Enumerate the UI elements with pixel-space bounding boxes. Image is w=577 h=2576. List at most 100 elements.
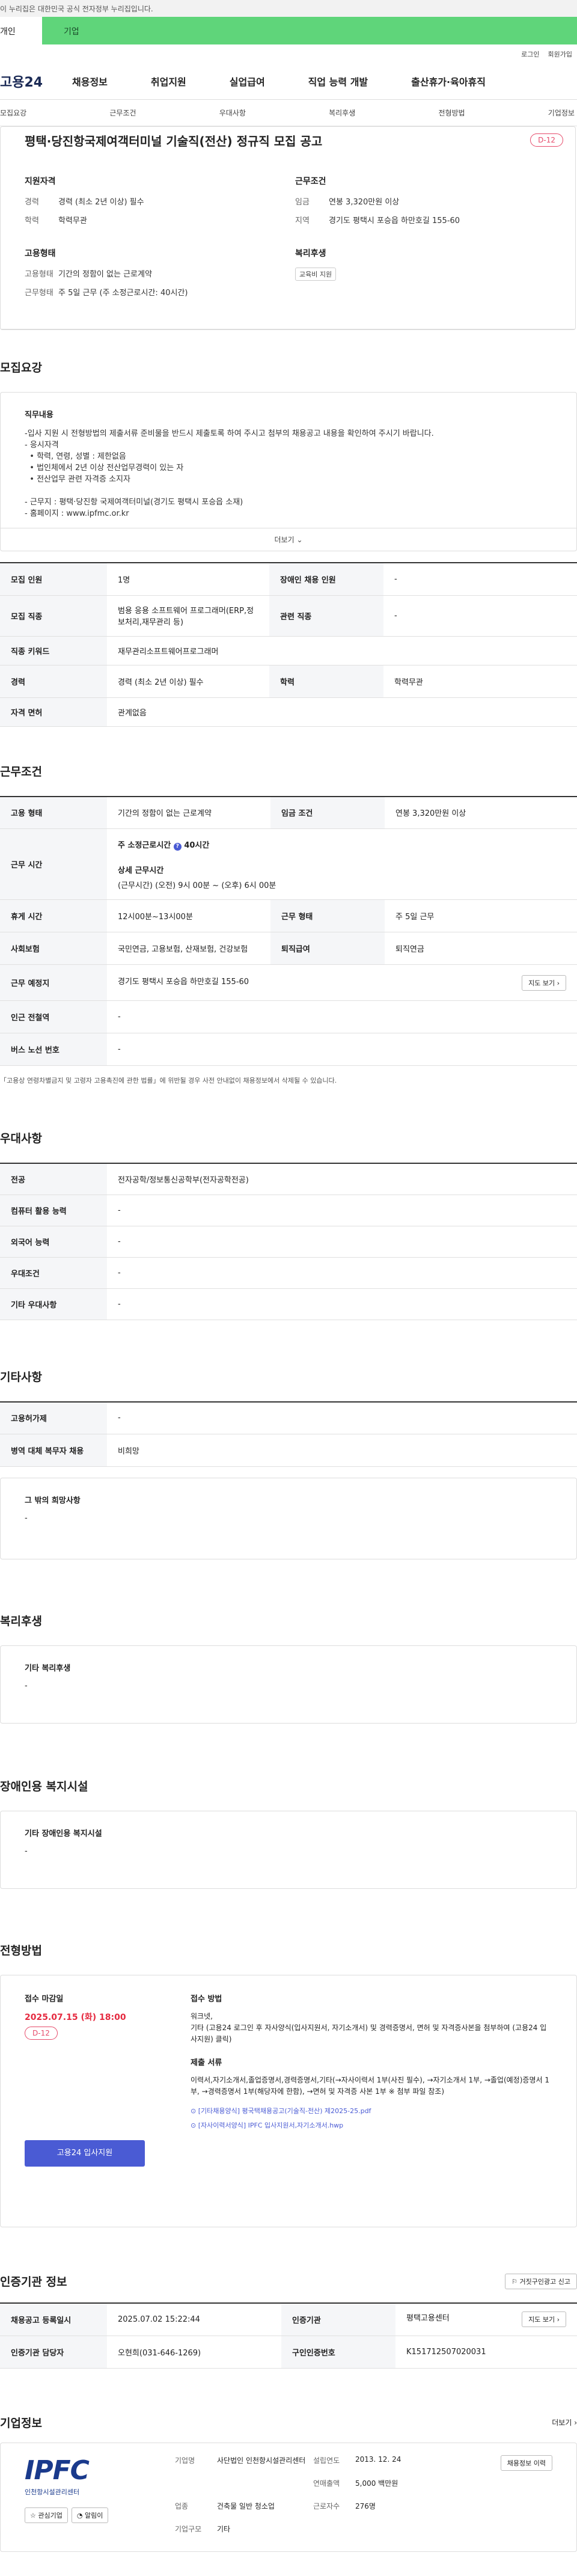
duty-heading: 직무내용 bbox=[25, 411, 53, 420]
bell-icon: ◔ bbox=[76, 2511, 83, 2519]
table-cell: 퇴직연금 bbox=[385, 932, 577, 965]
gnb-item-employment-support[interactable]: 취업지원 bbox=[151, 74, 186, 88]
attachment-link[interactable]: ⊙ [자사이력서양식] IPFC 입사지원서,자기소개서.hwp bbox=[191, 2120, 552, 2130]
table-header: 사회보험 bbox=[0, 932, 107, 965]
table-header: 경력 bbox=[0, 665, 107, 698]
company-box: IPFC 인천항시설관리센터 ☆ 관심기업 ◔ 알림이 기업명 사단법인 인천항시설… bbox=[0, 2442, 577, 2552]
hours-cell: 주 소정근로시간 ? 40시간 상세 근무시간 (근무시간) (오전) 9시 0… bbox=[107, 828, 577, 900]
table-header: 관련 직종 bbox=[269, 595, 383, 637]
docs-title: 제출 서류 bbox=[191, 2058, 222, 2067]
kv-key: 임금 bbox=[295, 198, 310, 207]
table-cell: - bbox=[107, 1033, 577, 1066]
kv-value: 경력 (최소 2년 이상) 필수 bbox=[58, 198, 144, 207]
table-cell: 12시00분~13시00분 bbox=[107, 899, 270, 932]
tab-company[interactable]: 기업 bbox=[42, 17, 577, 44]
table-header: 고용허가제 bbox=[0, 1401, 107, 1434]
report-button[interactable]: ⚐ 거짓구인광고 신고 bbox=[505, 2273, 577, 2289]
etc-table: 고용허가제 - 병역 대체 복무자 채용 비희망 bbox=[0, 1401, 577, 1467]
welfare-box-title: 기타 복리후생 bbox=[25, 1664, 71, 1673]
etc-section-title: 기타사항 bbox=[0, 1370, 42, 1384]
tab-person[interactable]: 개인 bbox=[0, 17, 42, 44]
site-logo[interactable]: 고용24 bbox=[0, 72, 72, 91]
table-header: 버스 노선 번호 bbox=[0, 1033, 107, 1066]
table-header: 근무 형태 bbox=[270, 899, 385, 932]
agency-section-title: 인증기관 정보 bbox=[0, 2275, 67, 2289]
hours-detail: (근무시간) (오전) 9시 00분 ~ (오후) 6시 00분 bbox=[118, 881, 276, 890]
job-summary-card: 평택·당진항국제여객터미널 기술직(전산) 정규직 모집 공고 D-12 지원자… bbox=[0, 126, 576, 330]
place-value: 경기도 평택시 포승읍 하만호길 155-60 bbox=[118, 977, 249, 987]
gnb-item-jobs[interactable]: 채용정보 bbox=[72, 74, 108, 88]
welfare-box-value: - bbox=[25, 1681, 28, 1690]
table-header: 고용 형태 bbox=[0, 796, 107, 829]
table-header: 근무 예정지 bbox=[0, 964, 107, 1001]
duty-line: • 법인체에서 2년 이상 전산업무경력이 있는 자 bbox=[25, 463, 184, 473]
subnav-recruit[interactable]: 모집요강 bbox=[0, 108, 26, 118]
more-button[interactable]: 더보기 ⌄ bbox=[1, 528, 576, 551]
subnav-pref[interactable]: 우대사항 bbox=[219, 108, 246, 118]
company-more-label: 더보기 bbox=[552, 2418, 572, 2427]
table-header: 전공 bbox=[0, 1163, 107, 1195]
duty-line: - 응시자격 bbox=[25, 441, 59, 450]
pref-section-title: 우대사항 bbox=[0, 1132, 42, 1145]
join-link[interactable]: 회원가입 bbox=[548, 49, 572, 63]
table-header: 퇴직급여 bbox=[270, 932, 385, 965]
company-value: 기타 bbox=[217, 2524, 231, 2533]
table-cell: - bbox=[383, 595, 577, 637]
hours-detail-title: 상세 근무시간 bbox=[118, 866, 164, 875]
more-label: 더보기 bbox=[274, 536, 295, 544]
company-logo: IPFC bbox=[25, 2455, 90, 2486]
table-cell: 범용 응용 소프트웨어 프로그래머(ERP,정보처리,재무관리 등) bbox=[107, 595, 269, 637]
company-value: 사단법인 인천항시설관리센터 bbox=[217, 2456, 306, 2465]
work-table: 고용 형태 기간의 정함이 없는 근로계약 임금 조건 연봉 3,320만원 이상 근… bbox=[0, 795, 577, 1066]
attachment-link[interactable]: ⊙ [기타채용양식] 평국택채용공고(기술직-전산) 제2025-25.pdf bbox=[191, 2106, 552, 2116]
table-header: 휴게 시간 bbox=[0, 899, 107, 932]
duty-box: 직무내용 -입사 지원 시 전형방법의 제출서류 준비물을 반드시 제출토록 하… bbox=[0, 392, 577, 551]
disabled-section-title: 장애인용 복지시설 bbox=[0, 1780, 88, 1793]
table-header: 임금 조건 bbox=[270, 796, 385, 829]
select-section-title: 전형방법 bbox=[0, 1944, 42, 1957]
table-header: 인근 전철역 bbox=[0, 1000, 107, 1033]
deadline-value: 2025.07.15 (화) 18:00 bbox=[25, 2013, 126, 2022]
table-header: 병역 대체 복무자 채용 bbox=[0, 1434, 107, 1467]
login-link[interactable]: 로그인 bbox=[521, 49, 539, 63]
map-label: 지도 보기 bbox=[528, 979, 555, 987]
alarm-button[interactable]: ◔ 알림이 bbox=[71, 2507, 109, 2523]
kv-value: 학력무관 bbox=[58, 216, 87, 225]
report-label: 거짓구인광고 신고 bbox=[519, 2277, 570, 2286]
subnav-welfare[interactable]: 복리후생 bbox=[329, 108, 355, 118]
gnb-item-training[interactable]: 직업 능력 개발 bbox=[308, 74, 368, 88]
welfare-heading: 복리후생 bbox=[295, 249, 326, 259]
company-logo-sub: 인천항시설관리센터 bbox=[25, 2488, 80, 2496]
disabled-box-value: - bbox=[25, 1847, 28, 1856]
table-cell: - bbox=[383, 563, 577, 596]
map-button[interactable]: 지도 보기 › bbox=[522, 974, 566, 991]
table-cell: 재무관리소프트웨어프로그래머 bbox=[107, 636, 577, 665]
subnav-work[interactable]: 근무조건 bbox=[109, 108, 136, 118]
company-more-link[interactable]: 더보기 › bbox=[552, 2417, 577, 2428]
subnav-select[interactable]: 전형방법 bbox=[438, 108, 465, 118]
interest-button[interactable]: ☆ 관심기업 bbox=[25, 2507, 68, 2523]
user-type-tabs: 개인 기업 bbox=[0, 17, 577, 44]
table-header: 외국어 능력 bbox=[0, 1226, 107, 1258]
duty-line: • 전산업무 관련 자격증 소지자 bbox=[25, 475, 130, 484]
job-history-button[interactable]: 채용정보 이력 bbox=[500, 2455, 552, 2471]
dday-badge: D-12 bbox=[530, 133, 563, 147]
gnb-item-leave[interactable]: 출산휴가·육아휴직 bbox=[411, 74, 486, 88]
hours-value: 40시간 bbox=[184, 840, 210, 850]
table-cell: K151712507020031 bbox=[395, 2336, 577, 2369]
table-cell: 전자공학/정보통신공학부(전자공학전공) bbox=[107, 1163, 577, 1195]
section-nav: 모집요강 근무조건 우대사항 복리후생 전형방법 기업정보 bbox=[0, 100, 577, 126]
attachment-label: [기타채용양식] 평국택채용공고(기술직-전산) 제2025-25.pdf bbox=[198, 2107, 371, 2115]
map-button[interactable]: 지도 보기 › bbox=[522, 2311, 566, 2328]
subnav-company[interactable]: 기업정보 bbox=[548, 108, 575, 118]
kv-key: 지역 bbox=[295, 216, 310, 225]
other-wish-value: - bbox=[25, 1514, 28, 1523]
kv-value: 주 5일 근무 (주 소정근로시간: 40시간) bbox=[58, 289, 188, 298]
kv-value: 기간의 정함이 없는 근로계약 bbox=[58, 270, 152, 279]
kv-key: 학력 bbox=[25, 216, 39, 225]
company-key: 업종 bbox=[175, 2501, 189, 2510]
cond-heading: 근무조건 bbox=[295, 177, 326, 186]
apply-button[interactable]: 고용24 입사지원 bbox=[25, 2140, 145, 2167]
table-cell: 관계없음 bbox=[107, 697, 577, 727]
gnb-item-unemployment[interactable]: 실업급여 bbox=[230, 74, 265, 88]
